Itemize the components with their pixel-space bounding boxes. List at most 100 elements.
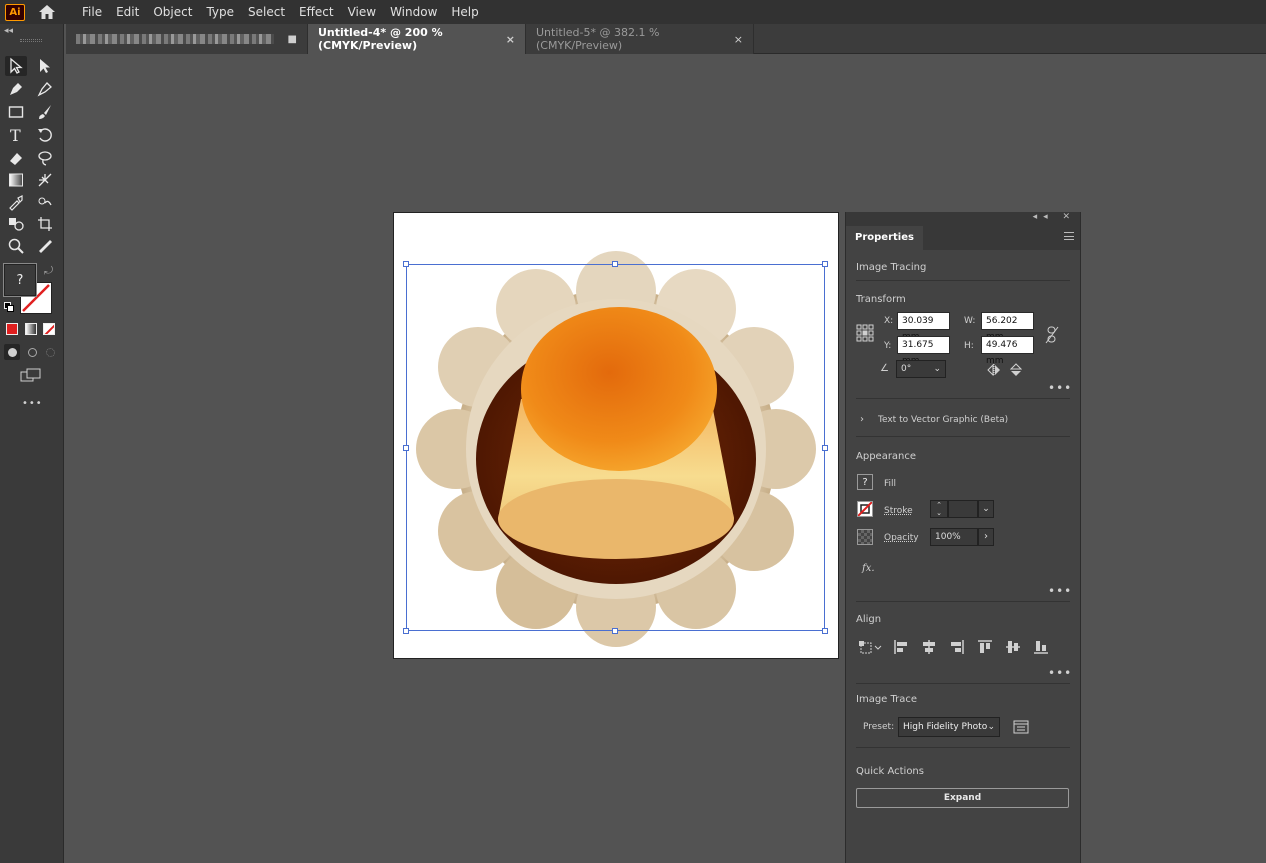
home-icon[interactable] xyxy=(37,3,57,21)
menu-object[interactable]: Object xyxy=(146,0,199,24)
appearance-more-button[interactable]: ••• xyxy=(1048,584,1072,598)
eyedropper-tool-icon[interactable] xyxy=(5,192,27,212)
screen-mode-icon[interactable] xyxy=(20,368,42,384)
appearance-title: Appearance xyxy=(856,451,917,462)
pen-tool-icon[interactable] xyxy=(5,79,27,99)
expand-button[interactable]: Expand xyxy=(856,788,1069,808)
type-tool-icon[interactable]: T xyxy=(5,125,27,145)
draw-normal-icon[interactable] xyxy=(4,344,20,360)
tab-untitled-4[interactable]: Untitled-4* @ 200 % (CMYK/Preview) × xyxy=(308,24,526,54)
menu-help[interactable]: Help xyxy=(444,0,485,24)
align-horizontal-center-icon[interactable] xyxy=(921,639,937,655)
tab-label: Untitled-5* @ 382.1 % (CMYK/Preview) xyxy=(536,26,660,52)
gradient-tool-icon[interactable] xyxy=(5,170,27,190)
tab-untitled-5[interactable]: Untitled-5* @ 382.1 % (CMYK/Preview) × xyxy=(526,24,754,54)
constrain-proportions-icon[interactable] xyxy=(1045,326,1059,344)
stroke-swatch-small[interactable] xyxy=(857,501,873,517)
resize-handle-bottom-right[interactable] xyxy=(822,628,828,634)
opacity-slider-button[interactable]: › xyxy=(978,528,994,546)
align-bottom-icon[interactable] xyxy=(1033,639,1049,655)
fill-swatch-small[interactable]: ? xyxy=(857,474,873,490)
resize-handle-top-left[interactable] xyxy=(403,261,409,267)
rotate-tool-icon[interactable] xyxy=(34,125,56,145)
resize-handle-bottom-left[interactable] xyxy=(403,628,409,634)
y-field[interactable]: 31.675 mm xyxy=(897,336,950,366)
measure-tool-icon[interactable] xyxy=(34,236,56,256)
align-more-button[interactable]: ••• xyxy=(1048,666,1072,680)
align-left-icon[interactable] xyxy=(893,639,909,655)
align-to-dropdown-icon[interactable] xyxy=(858,640,884,656)
selection-bounding-box[interactable] xyxy=(406,264,825,631)
reference-point-icon[interactable] xyxy=(856,324,874,342)
align-vertical-center-icon[interactable] xyxy=(1005,639,1021,655)
image-trace-panel-icon[interactable] xyxy=(1013,719,1029,735)
x-field[interactable]: 30.039 mm xyxy=(897,312,950,342)
tab-blurred-document[interactable]: ■ xyxy=(66,24,308,54)
stroke-weight-dropdown[interactable]: ⌄ xyxy=(978,500,994,518)
fill-label: Fill xyxy=(884,479,897,489)
zoom-tool-icon[interactable] xyxy=(5,236,27,256)
grip-icon[interactable] xyxy=(20,39,42,42)
panel-collapse-close-icons[interactable]: ◂◂ ✕ xyxy=(1033,212,1076,222)
flip-horizontal-icon[interactable] xyxy=(987,363,1001,377)
align-top-icon[interactable] xyxy=(977,639,993,655)
crop-tool-icon[interactable] xyxy=(34,214,56,234)
document-tab-bar: ■ Untitled-4* @ 200 % (CMYK/Preview) × U… xyxy=(66,24,1266,54)
collapse-icon[interactable]: ◂◂ xyxy=(4,26,13,36)
w-field[interactable]: 56.202 mm xyxy=(981,312,1034,342)
resize-handle-right[interactable] xyxy=(822,445,828,451)
shape-builder-tool-icon[interactable] xyxy=(5,214,27,234)
stroke-label[interactable]: Stroke xyxy=(884,506,913,516)
stroke-weight-stepper[interactable]: ⌃ ⌄ xyxy=(930,500,948,518)
close-icon[interactable]: × xyxy=(506,33,515,46)
angle-field[interactable]: 0° ⌄ xyxy=(896,360,946,378)
chevron-down-icon[interactable]: ⌄ xyxy=(933,361,941,377)
curvature-tool-icon[interactable] xyxy=(34,79,56,99)
mesh-tool-icon[interactable] xyxy=(34,170,56,190)
resize-handle-top[interactable] xyxy=(612,261,618,267)
menu-edit[interactable]: Edit xyxy=(109,0,146,24)
lasso-tool-icon[interactable] xyxy=(34,148,56,168)
quick-actions-title: Quick Actions xyxy=(856,766,924,777)
gradient-mode-icon[interactable] xyxy=(25,323,37,335)
default-colors-icon[interactable] xyxy=(4,302,14,312)
swap-colors-icon[interactable]: ⤾ xyxy=(44,264,53,278)
h-field[interactable]: 49.476 mm xyxy=(981,336,1034,366)
resize-handle-left[interactable] xyxy=(403,445,409,451)
preset-dropdown[interactable]: High Fidelity Photo ⌄ xyxy=(898,717,1000,737)
draw-behind-icon[interactable] xyxy=(24,344,40,360)
opacity-label[interactable]: Opacity xyxy=(884,533,919,543)
resize-handle-top-right[interactable] xyxy=(822,261,828,267)
menu-view[interactable]: View xyxy=(341,0,383,24)
close-icon[interactable]: × xyxy=(734,33,743,46)
resize-handle-bottom[interactable] xyxy=(612,628,618,634)
blurred-tab-title xyxy=(76,34,274,44)
menu-effect[interactable]: Effect xyxy=(292,0,341,24)
direct-selection-tool-icon[interactable] xyxy=(34,56,56,76)
tab-properties[interactable]: Properties xyxy=(846,226,923,250)
menu-file[interactable]: File xyxy=(75,0,109,24)
text-to-vector-section[interactable]: Text to Vector Graphic (Beta) xyxy=(878,415,1008,425)
align-right-icon[interactable] xyxy=(949,639,965,655)
rectangle-tool-icon[interactable] xyxy=(5,102,27,122)
blend-tool-icon[interactable] xyxy=(34,192,56,212)
panel-menu-icon[interactable] xyxy=(1064,232,1074,240)
menu-window[interactable]: Window xyxy=(383,0,444,24)
color-mode-icon[interactable] xyxy=(6,323,18,335)
paintbrush-tool-icon[interactable] xyxy=(34,102,56,122)
transform-more-button[interactable]: ••• xyxy=(1048,381,1072,395)
fx-icon[interactable]: fx. xyxy=(862,563,875,574)
menu-list: File Edit Object Type Select Effect View… xyxy=(75,0,486,24)
menu-type[interactable]: Type xyxy=(199,0,241,24)
edit-toolbar-button[interactable]: ••• xyxy=(22,398,43,409)
fill-swatch[interactable]: ? xyxy=(3,263,37,297)
opacity-field[interactable]: 100% xyxy=(930,528,978,546)
none-mode-icon[interactable] xyxy=(43,323,55,335)
chevron-right-icon[interactable]: › xyxy=(860,414,864,425)
menu-select[interactable]: Select xyxy=(241,0,292,24)
eraser-tool-icon[interactable] xyxy=(5,148,27,168)
flip-vertical-icon[interactable] xyxy=(1009,363,1023,377)
draw-inside-icon[interactable] xyxy=(42,344,58,360)
stroke-weight-field[interactable] xyxy=(948,500,978,518)
selection-tool-icon[interactable] xyxy=(5,56,27,76)
